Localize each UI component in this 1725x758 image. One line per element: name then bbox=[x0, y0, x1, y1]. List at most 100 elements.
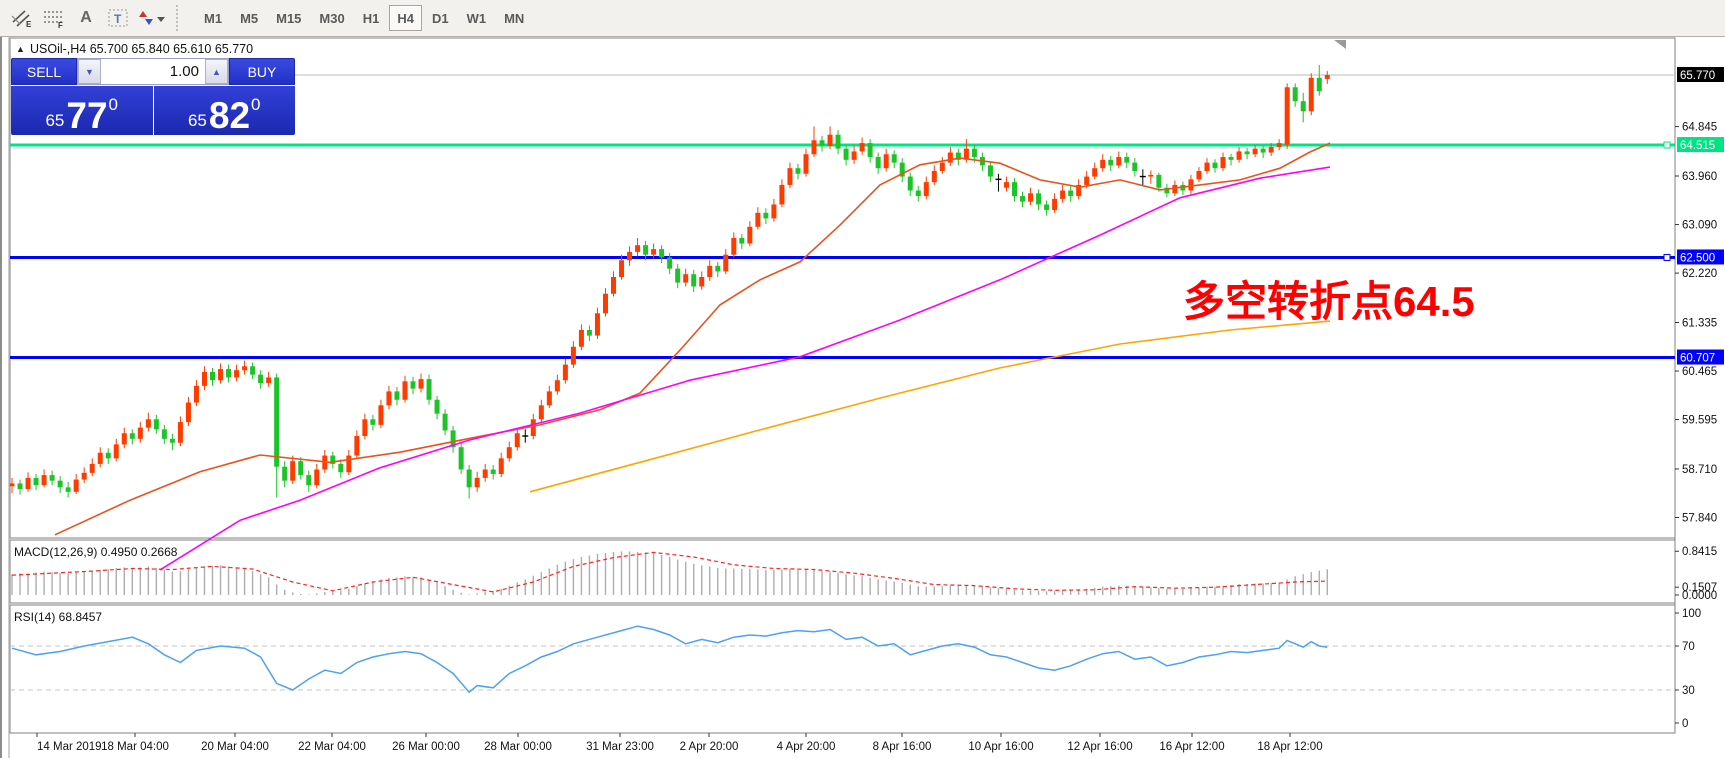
candle-body bbox=[844, 149, 849, 160]
candle-body bbox=[26, 478, 31, 489]
candle-body bbox=[226, 369, 231, 377]
candle-body bbox=[948, 153, 953, 163]
candle-body bbox=[988, 165, 993, 176]
candle-body bbox=[1269, 147, 1274, 153]
candle-body bbox=[635, 245, 640, 252]
rsi-tick-label: 70 bbox=[1682, 641, 1695, 653]
candle-body bbox=[507, 447, 512, 458]
time-label: 31 Mar 23:00 bbox=[586, 741, 654, 753]
buy-price-panel[interactable]: 65820 bbox=[154, 86, 296, 135]
candle-body bbox=[314, 470, 319, 486]
candle-body bbox=[836, 135, 841, 149]
candle-body bbox=[691, 274, 696, 286]
candle-body bbox=[571, 347, 576, 365]
candle-body bbox=[627, 252, 632, 260]
rsi-tick-label: 30 bbox=[1682, 685, 1695, 697]
candle-body bbox=[547, 391, 552, 405]
time-label: 18 Mar 04:00 bbox=[101, 741, 169, 753]
candle-body bbox=[1301, 101, 1306, 111]
rsi-panel[interactable] bbox=[10, 605, 1675, 733]
time-label: 2 Apr 20:00 bbox=[680, 741, 739, 753]
candle-body bbox=[515, 433, 520, 447]
green-support-line-handle[interactable] bbox=[1664, 142, 1670, 148]
buy-price-prefix: 65 bbox=[188, 112, 207, 129]
symbol-ohlc-label: USOil-,H4 65.700 65.840 65.610 65.770 bbox=[30, 42, 253, 56]
candle-body bbox=[266, 377, 271, 383]
candle-body bbox=[34, 478, 39, 485]
candle-body bbox=[234, 370, 239, 377]
candle-body bbox=[258, 375, 263, 383]
candle-body bbox=[1293, 87, 1298, 101]
candle-body bbox=[106, 453, 111, 459]
volume-input[interactable]: 1.00 bbox=[101, 59, 205, 84]
candle-body bbox=[435, 400, 440, 414]
candle-body bbox=[1148, 175, 1153, 177]
candle-body bbox=[138, 428, 143, 439]
candle-body bbox=[154, 419, 159, 429]
candle-body bbox=[443, 414, 448, 431]
candle-body bbox=[338, 464, 343, 472]
price-tick-label: 63.090 bbox=[1682, 220, 1717, 232]
widget-collapse-icon[interactable]: ▲ bbox=[16, 44, 25, 54]
candle-body bbox=[130, 433, 135, 439]
candle-body bbox=[1028, 193, 1033, 201]
candle-body bbox=[595, 313, 600, 335]
sell-price-prefix: 65 bbox=[45, 112, 64, 129]
volume-increase-button[interactable]: ▲ bbox=[205, 59, 228, 84]
price-tick-label: 62.220 bbox=[1682, 268, 1717, 280]
candle-body bbox=[587, 330, 592, 336]
candle-body bbox=[972, 149, 977, 157]
buy-button[interactable]: BUY bbox=[229, 58, 295, 85]
candle-body bbox=[763, 213, 768, 219]
candle-body bbox=[803, 154, 808, 174]
candle-body bbox=[932, 171, 937, 182]
candle-body bbox=[1204, 163, 1209, 171]
candle-body bbox=[282, 467, 287, 481]
candle-body bbox=[1036, 193, 1041, 204]
blue-level-62500-handle[interactable] bbox=[1664, 254, 1670, 260]
sell-price-panel[interactable]: 65770 bbox=[11, 86, 153, 135]
candle-body bbox=[924, 182, 929, 196]
sell-button[interactable]: SELL bbox=[11, 58, 77, 85]
candle-body bbox=[1261, 149, 1266, 153]
price-tick-label: 64.845 bbox=[1682, 122, 1717, 134]
candle-body bbox=[210, 372, 215, 380]
price-badge-label: 60.707 bbox=[1680, 353, 1715, 365]
candle-body bbox=[483, 470, 488, 478]
candle-body bbox=[1213, 163, 1218, 169]
candle-body bbox=[812, 140, 817, 154]
candle-body bbox=[563, 365, 568, 381]
candle-body bbox=[1052, 199, 1057, 210]
candle-body bbox=[1004, 182, 1009, 188]
candle-body bbox=[66, 487, 71, 491]
candle-body bbox=[18, 483, 23, 489]
candle-body bbox=[82, 473, 87, 480]
candle-body bbox=[218, 369, 223, 380]
candle-body bbox=[370, 419, 375, 425]
candle-body bbox=[884, 154, 889, 168]
candle-body bbox=[787, 168, 792, 185]
macd-label: MACD(12,26,9) 0.4950 0.2668 bbox=[14, 545, 178, 559]
candle-body bbox=[651, 249, 656, 255]
one-click-trading-widget: SELL ▼ 1.00 ▲ BUY 65770 65820 bbox=[11, 58, 295, 135]
candle-body bbox=[1020, 196, 1025, 202]
candle-body bbox=[860, 143, 865, 151]
candle-body bbox=[1221, 157, 1226, 168]
candle-body bbox=[868, 143, 873, 157]
price-badge-label: 62.500 bbox=[1680, 252, 1715, 264]
candle-body bbox=[820, 140, 825, 146]
volume-decrease-button[interactable]: ▼ bbox=[78, 59, 101, 84]
rsi-label: RSI(14) 68.8457 bbox=[14, 610, 102, 624]
candle-body bbox=[162, 429, 167, 438]
candle-body bbox=[1092, 168, 1097, 176]
candle-body bbox=[386, 391, 391, 405]
macd-tick-label: 0.0000 bbox=[1682, 590, 1717, 602]
candle-body bbox=[10, 483, 15, 486]
candle-body bbox=[459, 447, 464, 469]
candle-body bbox=[1285, 87, 1290, 144]
candle-body bbox=[1116, 157, 1121, 165]
annotation-text[interactable]: 多空转折点64.5 bbox=[1183, 278, 1475, 325]
price-tick-label: 59.595 bbox=[1682, 415, 1717, 427]
price-tick-label: 63.960 bbox=[1682, 171, 1717, 183]
candle-body bbox=[202, 372, 207, 386]
